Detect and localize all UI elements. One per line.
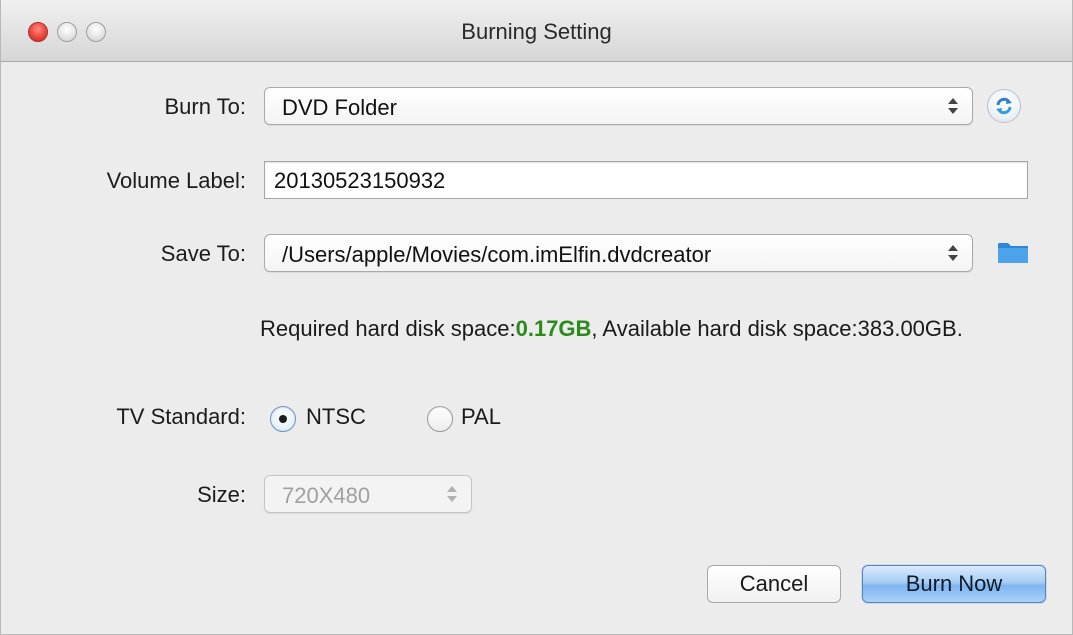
required-space-value: 0.17GB: [515, 316, 592, 341]
disk-space-info: Required hard disk space:0.17GB, Availab…: [260, 314, 980, 344]
burn-to-value: DVD Folder: [282, 95, 397, 120]
pal-radio-label: PAL: [461, 404, 501, 429]
size-label: Size:: [197, 482, 246, 507]
window-title: Burning Setting: [461, 19, 612, 44]
burn-to-select[interactable]: DVD Folder: [264, 87, 973, 125]
available-space-text: , Available hard disk space:383.00GB.: [591, 316, 963, 341]
tv-standard-label: TV Standard:: [116, 404, 246, 429]
popup-arrows-icon: [948, 243, 958, 263]
burn-now-button[interactable]: Burn Now: [862, 565, 1046, 603]
save-to-label: Save To:: [160, 241, 246, 266]
refresh-button[interactable]: [987, 89, 1021, 123]
cancel-button[interactable]: Cancel: [707, 565, 841, 603]
size-value: 720X480: [282, 483, 371, 508]
refresh-icon: [996, 97, 1012, 115]
volume-label-field[interactable]: 20130523150932: [264, 161, 1028, 199]
volume-label-label: Volume Label:: [106, 168, 246, 193]
save-to-select[interactable]: /Users/apple/Movies/com.imElfin.dvdcreat…: [264, 234, 973, 272]
size-select: 720X480: [264, 475, 472, 513]
burning-setting-window: Burning Setting Burn To: DVD Folder Volu…: [0, 0, 1073, 635]
title-bar: Burning Setting: [1, 0, 1072, 62]
required-space-prefix: Required hard disk space:: [260, 316, 516, 341]
ntsc-radio[interactable]: [270, 406, 296, 432]
pal-radio[interactable]: [427, 406, 453, 432]
ntsc-radio-label: NTSC: [306, 404, 366, 429]
popup-arrows-icon: [447, 484, 457, 504]
burn-to-label: Burn To:: [164, 94, 246, 119]
save-to-value: /Users/apple/Movies/com.imElfin.dvdcreat…: [282, 242, 712, 267]
popup-arrows-icon: [948, 96, 958, 116]
browse-folder-button[interactable]: [997, 239, 1029, 265]
folder-icon: [998, 243, 1028, 263]
